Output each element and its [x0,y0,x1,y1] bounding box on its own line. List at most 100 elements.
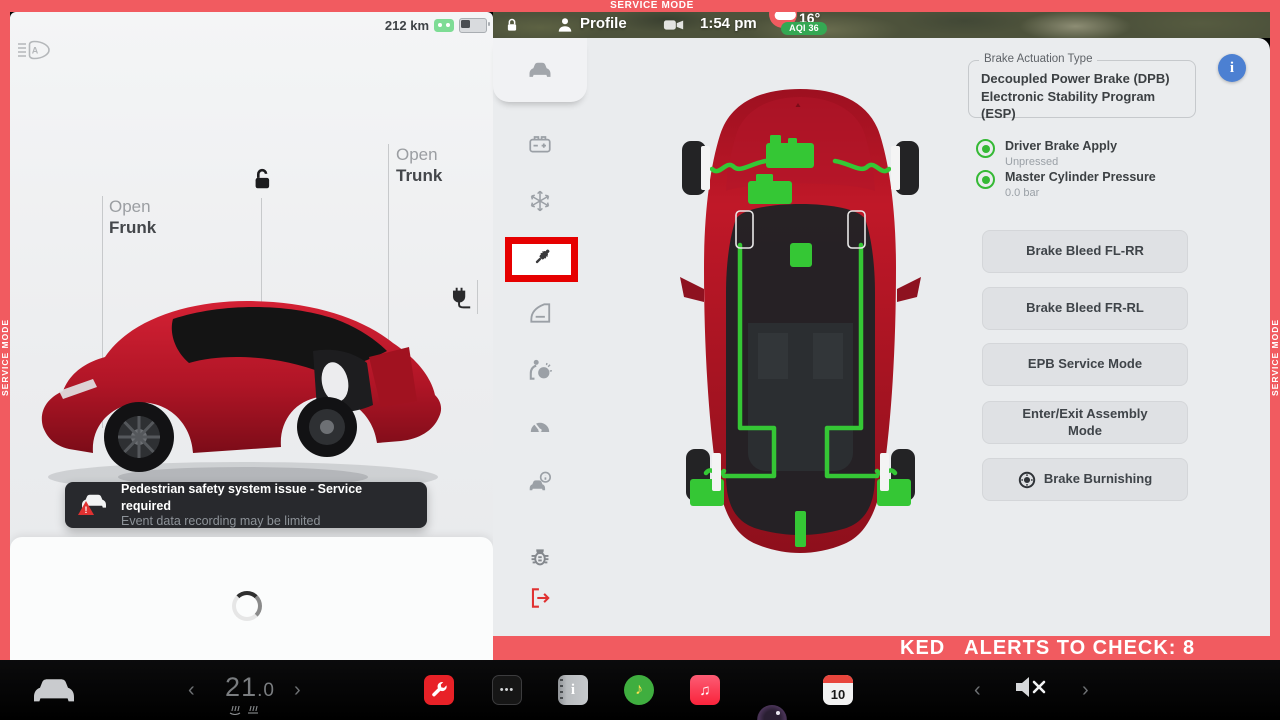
aqi-badge: AQI 36 [781,22,827,35]
nav-item-airbag[interactable] [516,352,564,392]
nav-item-lv-battery[interactable] [516,126,564,166]
spiral-binding [560,679,563,701]
status-master-cylinder: Master Cylinder Pressure 0.0 bar [976,170,1156,199]
service-mode-left-label: SERVICE MODE [0,302,10,412]
status-value: 0.0 bar [1005,187,1156,199]
nav-item-thermal[interactable] [516,183,564,223]
button-label: Enter/Exit Assembly Mode [1011,406,1159,440]
button-label: Brake Bleed FL-RR [1026,243,1144,260]
vehicle-info-icon [527,468,553,499]
status-value: Unpressed [1005,156,1117,168]
button-label: EPB Service Mode [1028,356,1142,373]
nav-item-dashboard[interactable] [516,408,564,448]
volume-muted-icon[interactable] [1012,672,1050,707]
status-ok-icon [976,170,995,189]
pedestrian-warning-icon: ! [79,492,109,519]
temp-up-arrow[interactable]: › [294,676,301,704]
airbag-icon [527,357,553,388]
battery-level-icon [459,18,487,33]
svg-text:!: ! [85,505,88,515]
auto-headlight-icon: A [16,38,52,67]
open-trunk-button[interactable]: Open Trunk [396,144,442,187]
battery-range-display: 212 km [385,12,487,38]
music-note-glyph: ♪ [635,681,643,699]
media-prev-arrow[interactable]: ‹ [974,676,981,704]
service-mode-left-edge: SERVICE MODE [0,12,10,660]
nav-item-diagnostics[interactable] [516,539,564,579]
media-next-arrow[interactable]: › [1082,676,1089,704]
open-frunk-line2: Frunk [109,217,156,238]
nav-item-brakes-selected[interactable] [505,237,578,282]
open-frunk-button[interactable]: Open Frunk [109,196,156,239]
brake-actuation-line1: Decoupled Power Brake (DPB) [981,70,1183,88]
temp-down-arrow[interactable]: ‹ [188,676,195,704]
lv-battery-icon [527,131,553,162]
cabin-temperature[interactable]: 21.0 [214,672,286,703]
chargeport-callout-line [477,280,478,314]
defrost-front-icon[interactable] [228,702,242,720]
vehicle-render [25,255,465,510]
top-status-bar: Profile 1:54 pm 16° AQI 36 [493,12,1280,38]
loading-spinner [232,591,262,621]
loading-sheet [10,537,493,660]
dashcam-icon[interactable] [663,18,685,37]
nav-item-exit-service[interactable] [516,580,564,620]
service-mode-right-edge: SERVICE MODE [1270,12,1280,660]
status-label: Master Cylinder Pressure [1005,170,1156,185]
button-label: Brake Burnishing [1044,471,1152,488]
button-label: Brake Bleed FR-RL [1026,300,1144,317]
service-mode-right-label: SERVICE MODE [1270,302,1280,412]
taskbar: ‹ 21.0 › ••• i ♪ ♫ [0,660,1280,720]
nav-selection-box [512,244,571,275]
service-mode-screen: SERVICE MODE SERVICE MODE SERVICE MODE P… [0,0,1280,720]
service-mode-top-banner: SERVICE MODE [0,0,1280,12]
music-note-glyph: ♫ [699,682,710,699]
temp-int: 21 [225,672,257,702]
defrost-rear-icon[interactable] [246,702,260,720]
closures-icon [527,300,553,331]
info-glyph: i [571,682,575,699]
open-trunk-line2: Trunk [396,165,442,186]
vehicle-alert-toast: ! Pedestrian safety system issue - Servi… [65,482,427,528]
calendar-app-icon[interactable]: 10 [823,675,853,705]
open-frunk-line1: Open [109,196,156,217]
range-value: 212 km [385,18,429,33]
diagnostics-icon [527,544,553,575]
manual-app-icon[interactable]: i [558,675,588,705]
vehicle-controls-icon[interactable] [30,674,78,711]
nav-item-vehicle-info[interactable] [516,463,564,503]
brake-bleed-fl-rr-button[interactable]: Brake Bleed FL-RR [982,230,1188,273]
brake-burnishing-button[interactable]: Brake Burnishing [982,458,1188,501]
dashboard-icon [527,413,553,444]
more-apps-icon[interactable]: ••• [492,675,522,705]
calendar-header [823,675,853,683]
alerts-banner[interactable]: KED ALERTS TO CHECK: 8 [493,636,1280,661]
profile-label[interactable]: Profile [580,15,627,32]
dots-glyph: ••• [500,675,515,705]
clock-time: 1:54 pm [700,15,757,32]
vehicle-status-panel: A 212 km Open Frunk Open Trunk [10,12,493,660]
status-driver-brake: Driver Brake Apply Unpressed [976,139,1117,168]
profile-icon[interactable] [555,15,575,40]
service-app-icon[interactable] [424,675,454,705]
apple-music-app-icon[interactable]: ♫ [690,675,720,705]
brake-disc-icon [1018,471,1036,489]
brake-system-diagram [678,83,923,563]
car-status-icon [526,56,554,89]
unlock-icon[interactable] [248,166,274,197]
nav-item-vehicle[interactable] [516,52,564,92]
exit-service-icon [527,585,553,616]
nav-item-closures[interactable] [516,295,564,335]
brake-bleed-fr-rl-button[interactable]: Brake Bleed FR-RL [982,287,1188,330]
epb-service-mode-button[interactable]: EPB Service Mode [982,343,1188,386]
alerts-banner-text: KED ALERTS TO CHECK: 8 [900,636,1195,661]
service-mode-top-label: SERVICE MODE [552,0,752,12]
open-trunk-line1: Open [396,144,442,165]
qq-music-app-icon[interactable]: ♪ [624,675,654,705]
assembly-mode-button[interactable]: Enter/Exit Assembly Mode [982,401,1188,444]
camera-app-icon[interactable] [757,705,787,720]
lock-icon[interactable] [503,16,521,39]
info-button[interactable]: i [1218,54,1246,82]
brake-actuation-label: Brake Actuation Type [979,53,1097,65]
status-label: Driver Brake Apply [1005,139,1117,154]
